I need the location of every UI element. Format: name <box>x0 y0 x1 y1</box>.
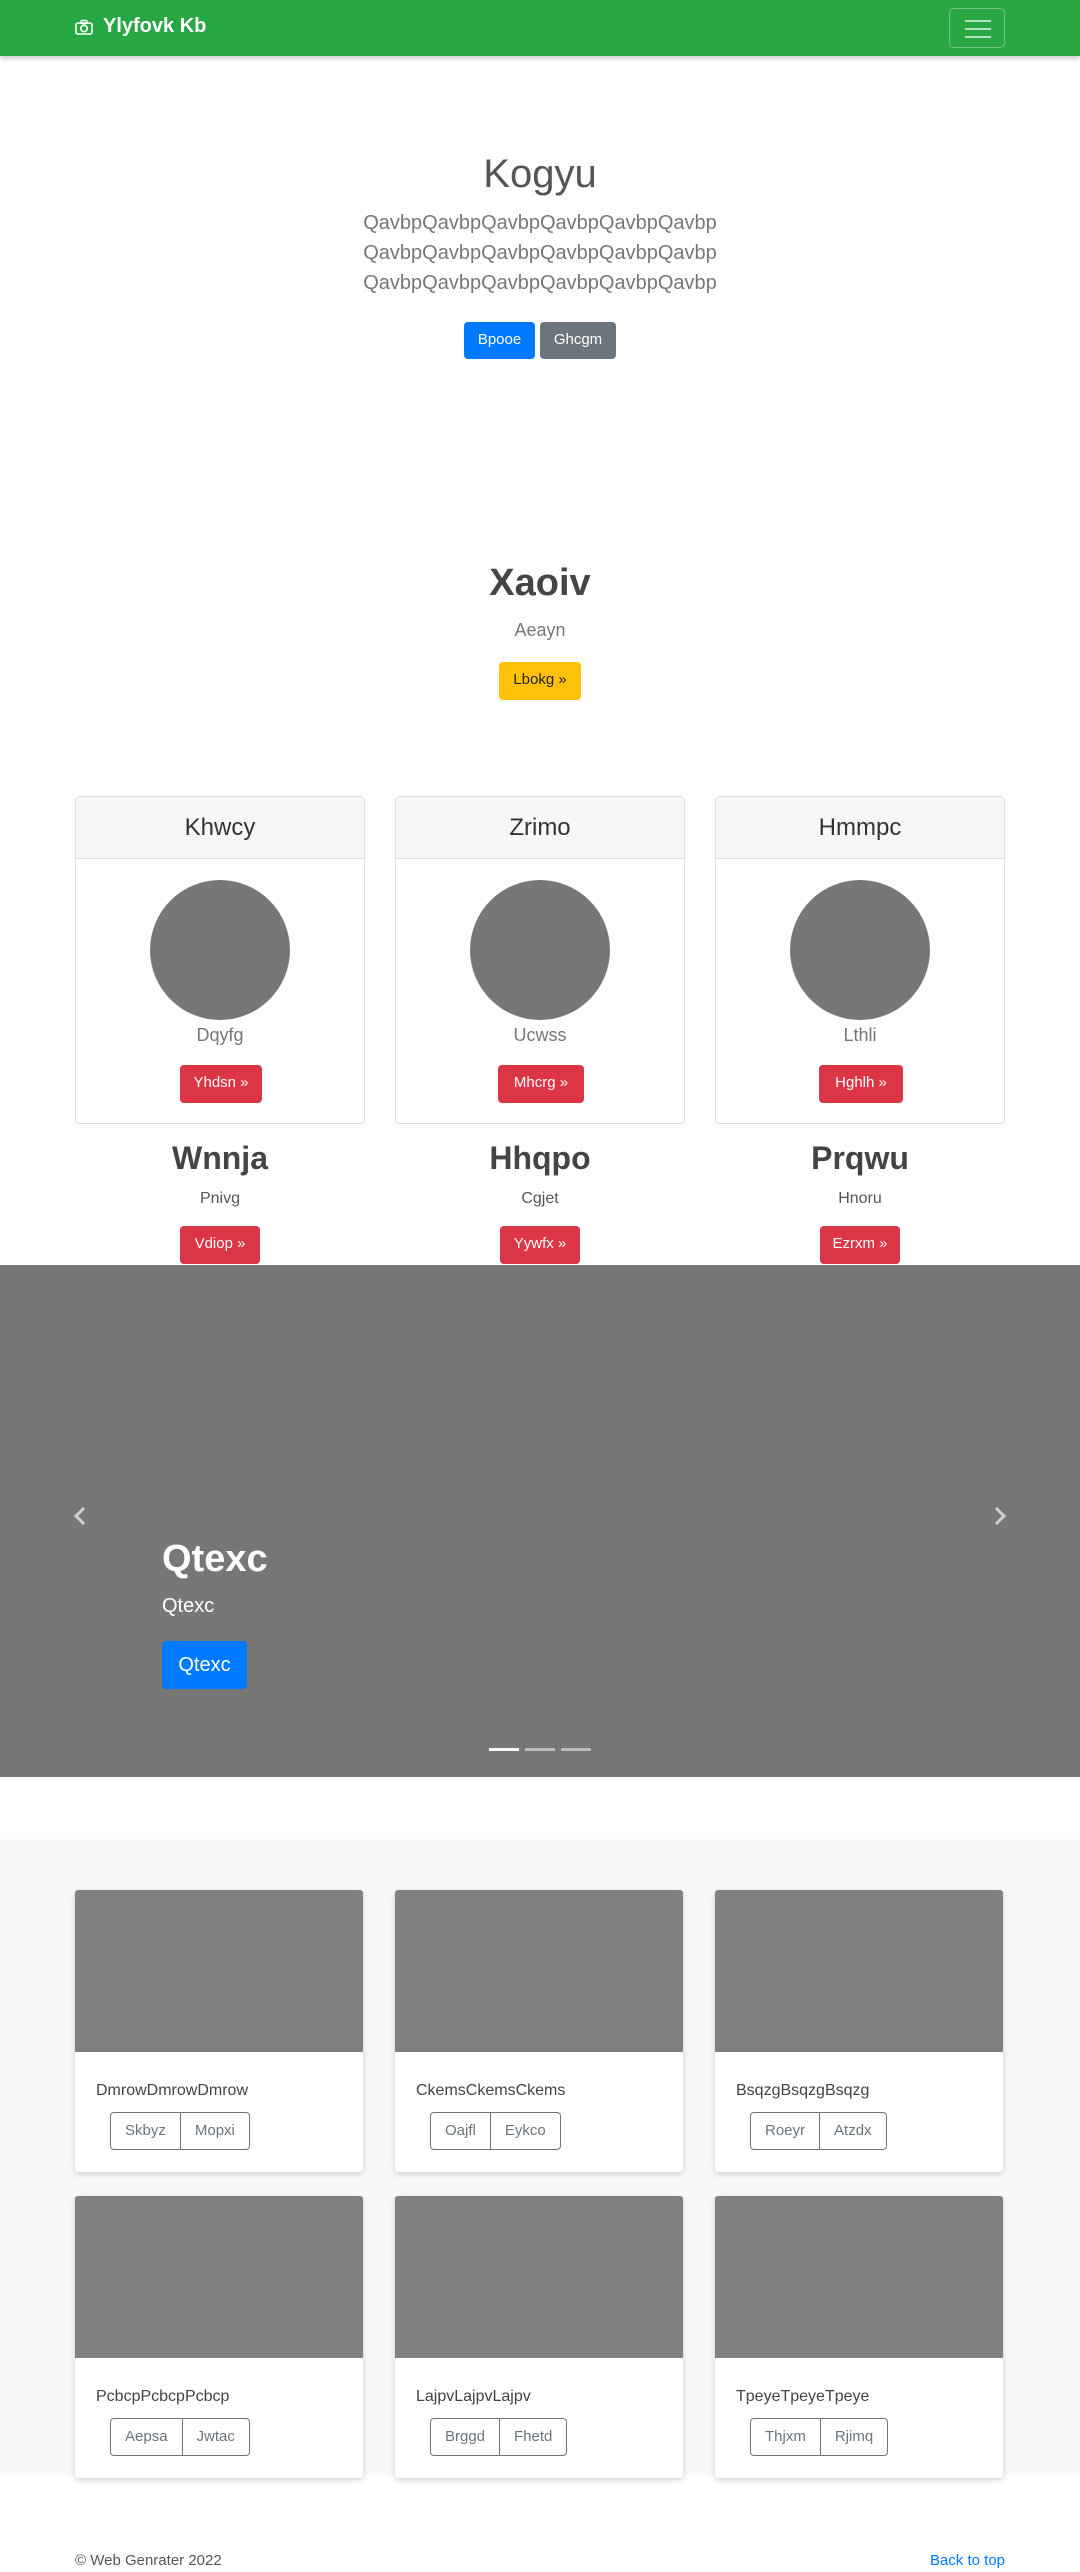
hero-primary-button[interactable]: Bpooe <box>464 322 535 359</box>
column-title: Wnnja <box>172 1140 268 1176</box>
card-action-button[interactable]: Aepsa <box>110 2418 183 2456</box>
section-subtitle: Aeayn <box>514 620 566 640</box>
gallery: DmrowDmrowDmrow Skbyz Mopxi CkemsCkemsCk… <box>0 1839 1080 2478</box>
carousel-indicator[interactable] <box>489 1748 519 1751</box>
card-action-button[interactable]: Roeyr <box>750 2112 821 2150</box>
hero-secondary-button[interactable]: Ghcgm <box>540 322 616 359</box>
navbar-toggle-button[interactable] <box>949 8 1005 48</box>
column-subtitle: Hnoru <box>838 1190 882 1207</box>
carousel-subtitle: Qtexc <box>162 1595 215 1617</box>
card-image <box>75 2196 363 2358</box>
card-action-button[interactable]: Thjxm <box>750 2418 821 2456</box>
card-button[interactable]: Hghlh » <box>819 1065 903 1103</box>
card-button[interactable]: Mhcrg » <box>498 1065 584 1103</box>
card-text: PcbcpPcbcpPcbcp <box>96 2388 230 2405</box>
card-button[interactable]: Yhdsn » <box>180 1065 262 1103</box>
button-group: Roeyr Atzdx <box>750 2112 887 2150</box>
column-subtitle: Pnivg <box>199 1190 241 1207</box>
card-text: BsqzgBsqzgBsqzg <box>736 2082 870 2099</box>
card-action-button[interactable]: Jwtac <box>181 2418 250 2456</box>
carousel-button[interactable]: Qtexc <box>162 1641 247 1689</box>
profile-card: Zrimo Ucwss Mhcrg » <box>395 796 685 1124</box>
card-image <box>75 1890 363 2052</box>
card-action-button[interactable]: Rjimq <box>819 2418 889 2456</box>
card-action-button[interactable]: Skbyz <box>110 2112 181 2150</box>
section-button[interactable]: Lbokg » <box>499 662 581 700</box>
section-title: Xaoiv <box>489 562 591 604</box>
gallery-card: CkemsCkemsCkems Oajfl Eykco <box>395 1890 683 2172</box>
column-button[interactable]: Yywfx » <box>500 1226 580 1264</box>
card-subtitle: Dqyfg <box>196 1025 244 1045</box>
card-image <box>715 1890 1003 2052</box>
card-text: DmrowDmrowDmrow <box>96 2082 248 2099</box>
hero-text-line: QavbpQavbpQavbpQavbpQavbpQavbp <box>363 212 717 234</box>
avatar <box>470 880 610 1020</box>
chevron-right-icon[interactable] <box>988 1505 1010 1527</box>
button-group: Brggd Fhetd <box>430 2418 568 2456</box>
card-image <box>715 2196 1003 2358</box>
card-text: CkemsCkemsCkems <box>416 2082 566 2099</box>
brand-label: Ylyfovk Kb <box>103 15 207 37</box>
card-action-button[interactable]: Atzdx <box>819 2112 887 2150</box>
carousel-indicator[interactable] <box>561 1748 591 1751</box>
hero-text-line: QavbpQavbpQavbpQavbpQavbpQavbp <box>363 242 717 264</box>
column-title: Prqwu <box>811 1140 909 1176</box>
profile-card: Hmmpc Lthli Hghlh » <box>715 796 1005 1124</box>
column-title: Hhqpo <box>489 1140 591 1176</box>
navbar-brand[interactable]: Ylyfovk Kb <box>75 15 206 38</box>
card-action-button[interactable]: Fhetd <box>499 2418 568 2456</box>
card-header: Khwcy <box>76 797 364 859</box>
card-text: TpeyeTpeyeTpeye <box>736 2388 870 2405</box>
column-button[interactable]: Ezrxm » <box>820 1226 900 1264</box>
card-image <box>395 1890 683 2052</box>
card-action-button[interactable]: Eykco <box>489 2112 561 2150</box>
card-action-button[interactable]: Oajfl <box>430 2112 491 2150</box>
avatar <box>790 880 930 1020</box>
column-button[interactable]: Vdiop » <box>180 1226 260 1264</box>
gallery-card: DmrowDmrowDmrow Skbyz Mopxi <box>75 1890 363 2172</box>
camera-icon <box>75 19 93 35</box>
gallery-card: LajpvLajpvLajpv Brggd Fhetd <box>395 2196 683 2478</box>
card-subtitle: Ucwss <box>513 1025 567 1045</box>
carousel-title: Qtexc <box>162 1538 268 1580</box>
button-group: Oajfl Eykco <box>430 2112 561 2150</box>
navbar: Ylyfovk Kb <box>0 0 1080 56</box>
hero-title: Kogyu <box>483 152 597 196</box>
carousel-indicator[interactable] <box>525 1748 555 1751</box>
gallery-card: TpeyeTpeyeTpeye Thjxm Rjimq <box>715 2196 1003 2478</box>
button-group: Skbyz Mopxi <box>110 2112 250 2150</box>
gallery-card: BsqzgBsqzgBsqzg Roeyr Atzdx <box>715 1890 1003 2172</box>
card-subtitle: Lthli <box>843 1025 877 1045</box>
footer-copyright: © Web Genrater 2022 <box>75 2552 222 2569</box>
carousel: Qtexc Qtexc Qtexc <box>0 1265 1080 1777</box>
card-action-button[interactable]: Mopxi <box>179 2112 250 2150</box>
button-group: Aepsa Jwtac <box>110 2418 250 2456</box>
gallery-card: PcbcpPcbcpPcbcp Aepsa Jwtac <box>75 2196 363 2478</box>
button-group: Thjxm Rjimq <box>750 2418 889 2456</box>
profile-card: Khwcy Dqyfg Yhdsn » <box>75 796 365 1124</box>
chevron-left-icon[interactable] <box>70 1505 92 1527</box>
card-header: Hmmpc <box>716 797 1004 859</box>
avatar <box>150 880 290 1020</box>
hero-text-line: QavbpQavbpQavbpQavbpQavbpQavbp <box>363 272 717 294</box>
card-text: LajpvLajpvLajpv <box>416 2388 531 2405</box>
card-action-button[interactable]: Brggd <box>430 2418 501 2456</box>
card-header: Zrimo <box>396 797 684 859</box>
card-image <box>395 2196 683 2358</box>
column-subtitle: Cgjet <box>521 1190 559 1207</box>
back-to-top-link[interactable]: Back to top <box>930 2552 1005 2569</box>
